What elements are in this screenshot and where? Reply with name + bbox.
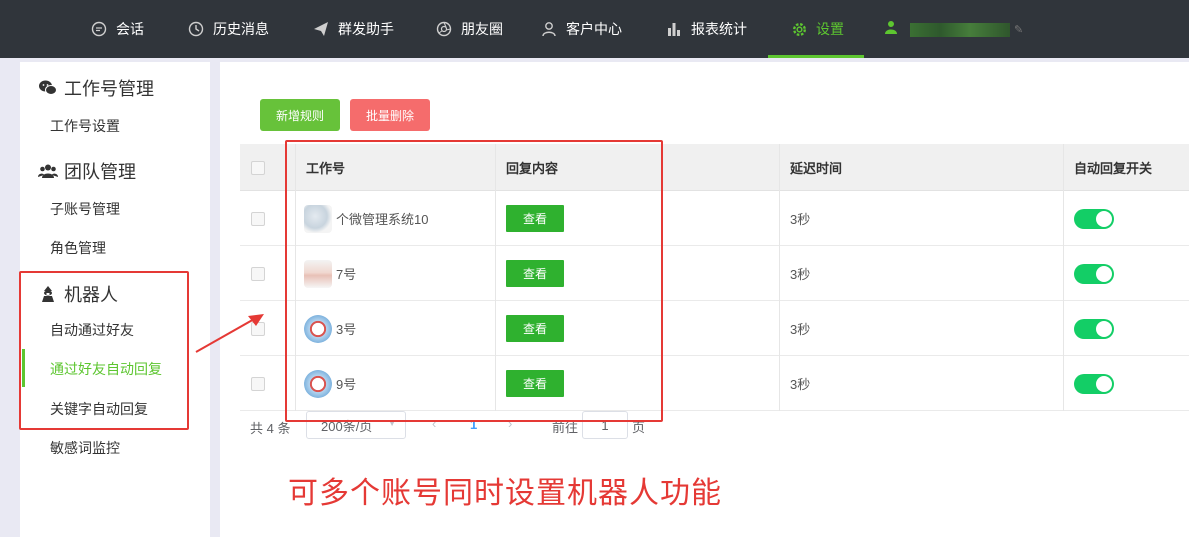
arrow-icon bbox=[195, 314, 264, 353]
chat-icon bbox=[90, 20, 108, 38]
highlight-box-accounts bbox=[285, 140, 663, 422]
nav-label: 会话 bbox=[116, 21, 144, 37]
delay-cell: 3秒 bbox=[790, 322, 811, 337]
auto-reply-switch[interactable] bbox=[1074, 356, 1114, 411]
nav-label: 设置 bbox=[816, 21, 844, 37]
person-icon bbox=[540, 20, 558, 38]
highlight-box-robot-menu bbox=[19, 271, 189, 430]
nav-label: 朋友圈 bbox=[461, 21, 503, 37]
nav-item-settings[interactable]: 设置 bbox=[768, 0, 864, 58]
add-rule-button[interactable]: 新增规则 bbox=[260, 99, 340, 131]
sidebar-item-account-settings[interactable]: 工作号设置 bbox=[50, 116, 120, 136]
send-icon bbox=[312, 20, 330, 38]
nav-item-history[interactable]: 历史消息 bbox=[187, 0, 269, 58]
batch-delete-button[interactable]: 批量删除 bbox=[350, 99, 430, 131]
nav-item-chat[interactable]: 会话 bbox=[90, 0, 144, 58]
column-divider bbox=[1063, 144, 1064, 411]
sidebar-item-roles[interactable]: 角色管理 bbox=[50, 238, 106, 258]
select-all-checkbox[interactable] bbox=[251, 144, 265, 191]
user-name-redacted bbox=[910, 22, 1010, 37]
auto-reply-switch[interactable] bbox=[1074, 246, 1114, 301]
bar-chart-icon bbox=[665, 20, 683, 38]
clock-icon bbox=[187, 20, 205, 38]
annotation-text: 可多个账号同时设置机器人功能 bbox=[288, 477, 722, 510]
sidebar-group-title: 团队管理 bbox=[64, 162, 136, 182]
row-checkbox[interactable] bbox=[251, 356, 265, 411]
nav-label: 群发助手 bbox=[338, 21, 394, 37]
auto-reply-switch[interactable] bbox=[1074, 191, 1114, 246]
row-checkbox[interactable] bbox=[251, 191, 265, 246]
sidebar-group-team: 团队管理 bbox=[38, 158, 136, 184]
user-menu[interactable]: ✎ bbox=[884, 20, 1023, 39]
delay-cell: 3秒 bbox=[790, 212, 811, 227]
sidebar-group-accounts: 工作号管理 bbox=[38, 75, 154, 101]
col-auto-reply: 自动回复开关 bbox=[1074, 161, 1153, 176]
sidebar-item-subaccounts[interactable]: 子账号管理 bbox=[50, 199, 120, 219]
col-delay: 延迟时间 bbox=[790, 161, 843, 176]
nav-item-customers[interactable]: 客户中心 bbox=[540, 0, 622, 58]
row-checkbox[interactable] bbox=[251, 246, 265, 301]
aperture-icon bbox=[435, 20, 453, 38]
auto-reply-switch[interactable] bbox=[1074, 301, 1114, 356]
top-nav: 会话 历史消息 群发助手 朋友圈 客户中心 报表统计 设置 ✎ bbox=[0, 0, 1189, 58]
nav-label: 客户中心 bbox=[566, 21, 622, 37]
edit-icon[interactable]: ✎ bbox=[1014, 23, 1023, 36]
team-icon bbox=[38, 161, 58, 181]
nav-item-reports[interactable]: 报表统计 bbox=[665, 0, 747, 58]
nav-item-broadcast[interactable]: 群发助手 bbox=[312, 0, 394, 58]
sidebar-group-title: 工作号管理 bbox=[64, 79, 154, 99]
active-underline bbox=[768, 55, 864, 58]
sidebar-item-sensitive-words[interactable]: 敏感词监控 bbox=[50, 438, 120, 458]
wechat-icon bbox=[38, 78, 58, 98]
delay-cell: 3秒 bbox=[790, 267, 811, 282]
user-icon bbox=[884, 20, 898, 39]
delay-cell: 3秒 bbox=[790, 377, 811, 392]
column-divider bbox=[779, 144, 780, 411]
nav-item-moments[interactable]: 朋友圈 bbox=[435, 0, 503, 58]
nav-label: 历史消息 bbox=[213, 21, 269, 37]
nav-label: 报表统计 bbox=[691, 21, 747, 37]
gear-icon bbox=[790, 20, 808, 38]
